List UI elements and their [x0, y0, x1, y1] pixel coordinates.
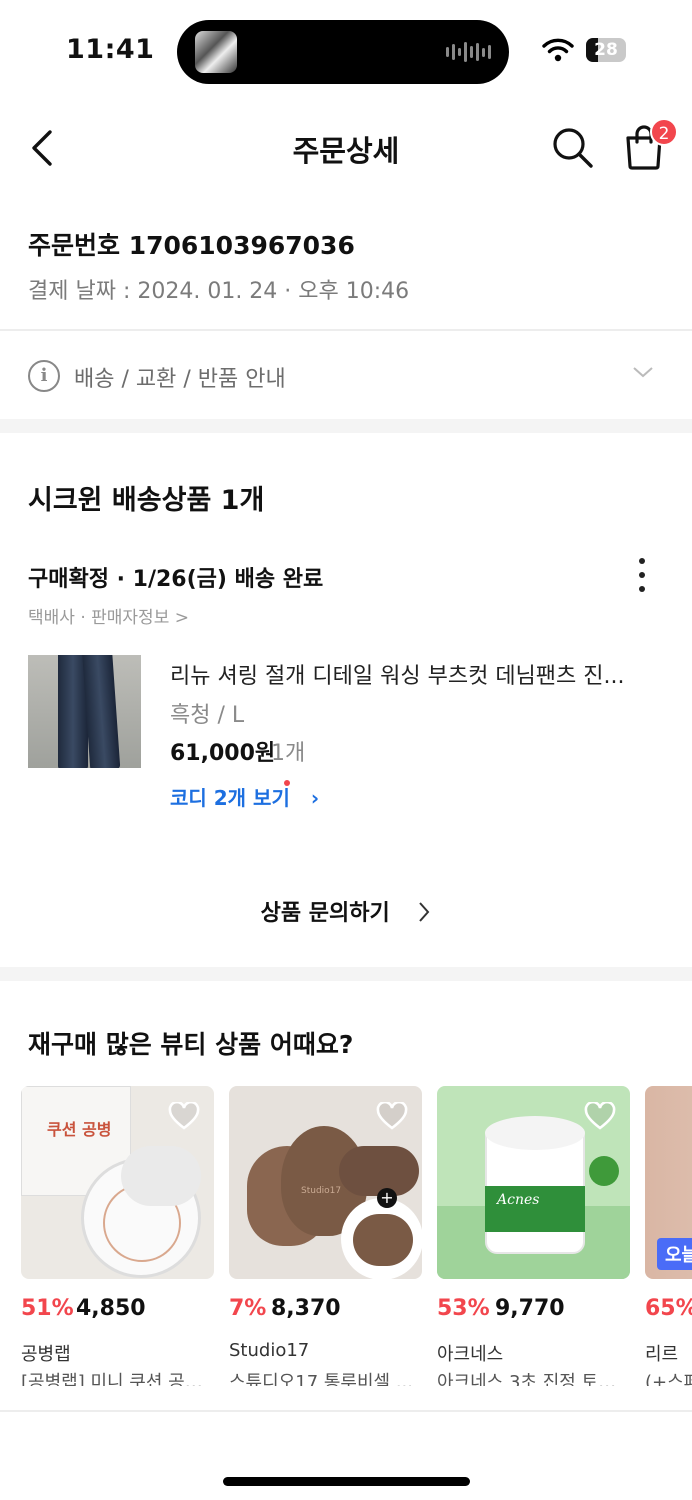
wishlist-heart-icon[interactable]	[376, 1102, 408, 1130]
product-option: 흑청 / L	[170, 703, 245, 728]
discount-rate: 53%	[437, 1296, 490, 1321]
product-card[interactable]: Acnes 53% 9,770 아크네스 아크네스 3초 진정 토너...	[437, 1086, 630, 1386]
divider	[0, 1410, 692, 1412]
brand-name: Studio17	[229, 1340, 310, 1361]
product-card[interactable]: Studio17 + 7% 8,370 Studio17 스튜디오17 통루비셀…	[229, 1086, 422, 1386]
status-time: 11:41	[66, 34, 155, 65]
battery-indicator: 28	[586, 38, 626, 62]
shipping-return-guide-toggle[interactable]: i 배송 / 교환 / 반품 안내	[0, 331, 692, 419]
top-nav: 주문상세	[0, 100, 692, 196]
new-dot-icon	[284, 780, 290, 786]
sale-price: 4,850	[76, 1296, 146, 1321]
chevron-right-icon	[419, 902, 430, 922]
more-options-icon[interactable]	[634, 558, 650, 592]
info-icon: i	[28, 360, 60, 392]
sale-price: 9,770	[495, 1296, 565, 1321]
today-tag: 오늘	[657, 1238, 692, 1270]
discount-rate: 7%	[229, 1296, 267, 1321]
cart-count-badge: 2	[650, 118, 678, 146]
product-inquiry-button[interactable]: 상품 문의하기	[0, 895, 692, 927]
codi-link-label: 코디 2개 보기	[170, 786, 290, 810]
discount-rate: 51%	[21, 1296, 74, 1321]
product-card[interactable]: 오늘 65% 리르 (+스페	[645, 1086, 692, 1386]
product-price: 61,000원	[170, 741, 276, 766]
wishlist-heart-icon[interactable]	[168, 1102, 200, 1130]
wifi-icon	[542, 38, 574, 62]
search-icon[interactable]	[550, 125, 594, 169]
chevron-down-icon	[633, 367, 653, 378]
payment-date: 결제 날짜 : 2024. 01. 24 · 오후 10:46	[28, 279, 410, 304]
brand-name: 리르	[645, 1344, 679, 1365]
order-number: 주문번호 1706103967036	[28, 231, 355, 260]
codi-view-link[interactable]: 코디 2개 보기 ›	[170, 780, 320, 811]
product-name: (+스페	[645, 1372, 692, 1386]
shipment-section-title: 시크윈 배송상품 1개	[28, 485, 265, 516]
chevron-right-icon: ›	[310, 786, 320, 810]
courier-seller-info-link[interactable]: 택배사 · 판매자정보 >	[28, 603, 189, 628]
guide-label: 배송 / 교환 / 반품 안내	[74, 367, 286, 392]
section-separator	[0, 967, 692, 981]
product-quantity: 1개	[271, 741, 306, 766]
product-name[interactable]: 리뉴 셔링 절개 디테일 워싱 부츠컷 데님팬츠 진...	[170, 658, 640, 690]
wishlist-heart-icon[interactable]	[584, 1102, 616, 1130]
product-image: 오늘	[645, 1086, 692, 1279]
audio-wave-icon	[446, 42, 491, 62]
product-thumbnail[interactable]	[28, 655, 141, 768]
product-name: 스튜디오17 통루비셀 ...	[229, 1372, 413, 1386]
status-bar: 11:41 28	[0, 0, 692, 100]
product-name: 아크네스 3초 진정 토너...	[437, 1372, 630, 1386]
dynamic-island	[177, 20, 509, 84]
now-playing-thumbnail	[195, 31, 237, 73]
product-card[interactable]: 쿠션 공병 51% 4,850 공병랩 [공병랩] 미니 쿠션 공병 ...	[21, 1086, 214, 1386]
recommend-section-title: 재구매 많은 뷰티 상품 어때요?	[28, 1030, 354, 1059]
home-indicator[interactable]	[223, 1477, 470, 1486]
sale-price: 8,370	[271, 1296, 341, 1321]
brand-name: 아크네스	[437, 1344, 504, 1365]
delivery-status: 구매확정 · 1/26(금) 배송 완료	[28, 567, 324, 592]
recommend-carousel[interactable]: 쿠션 공병 51% 4,850 공병랩 [공병랩] 미니 쿠션 공병 ... S…	[21, 1086, 692, 1386]
section-separator	[0, 419, 692, 433]
discount-rate: 65%	[645, 1296, 692, 1321]
brand-name: 공병랩	[21, 1344, 71, 1365]
inquiry-label: 상품 문의하기	[260, 901, 390, 926]
product-name: [공병랩] 미니 쿠션 공병 ...	[21, 1372, 214, 1386]
